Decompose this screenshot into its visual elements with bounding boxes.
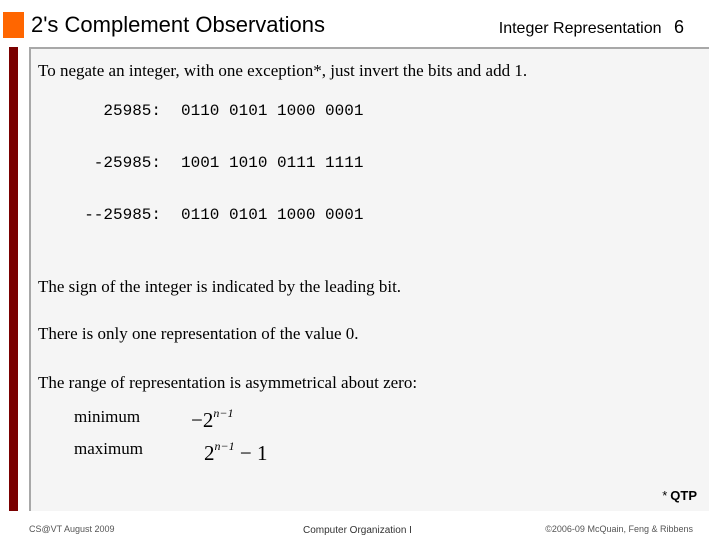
- content-panel: To negate an integer, with one exception…: [29, 47, 709, 511]
- title-bullet-square: [3, 12, 24, 38]
- minimum-expression: −2n−1: [191, 401, 233, 432]
- section-header: Integer Representation 6: [499, 16, 684, 40]
- code-bits: 1001 1010 0111 1111: [181, 154, 364, 172]
- footnote-star: *: [662, 488, 668, 503]
- footnote-text: QTP: [670, 488, 697, 503]
- intro-text: To negate an integer, with one exception…: [38, 61, 528, 80]
- code-bits: 0110 0101 1000 0001: [181, 102, 364, 120]
- code-label: -25985:: [93, 154, 161, 172]
- code-row: 25985: 0110 0101 1000 0001: [31, 101, 363, 121]
- max-expr-base: 2: [204, 441, 215, 465]
- code-bits: 0110 0101 1000 0001: [181, 206, 364, 224]
- maximum-expression: 2n−1 − 1: [204, 434, 267, 465]
- code-row: --25985: 0110 0101 1000 0001: [31, 205, 363, 225]
- footer-center: Computer Organization I: [303, 525, 412, 536]
- footer-right: ©2006-09 McQuain, Feng & Ribbens: [545, 524, 693, 534]
- max-expr-suffix: − 1: [234, 441, 268, 465]
- range-note: The range of representation is asymmetri…: [38, 373, 418, 392]
- code-row: -25985: 1001 1010 0111 1111: [31, 153, 364, 173]
- zero-note: There is only one representation of the …: [38, 324, 359, 343]
- left-accent-bar: [9, 47, 18, 511]
- maximum-label: maximum: [74, 439, 143, 458]
- min-expr-exponent: n−1: [213, 406, 234, 420]
- code-label: --25985:: [84, 206, 161, 224]
- sign-note: The sign of the integer is indicated by …: [38, 277, 402, 296]
- page-number: 6: [673, 17, 684, 37]
- slide-title: 2's Complement Observations: [31, 12, 325, 37]
- footer-left: CS@VT August 2009: [29, 524, 115, 534]
- min-expr-base: −2: [191, 408, 214, 432]
- minimum-label: minimum: [74, 407, 141, 426]
- section-title: Integer Representation: [498, 20, 662, 37]
- max-expr-exponent: n−1: [214, 439, 235, 453]
- code-label: 25985:: [103, 102, 161, 120]
- footnote: * QTP: [662, 488, 697, 503]
